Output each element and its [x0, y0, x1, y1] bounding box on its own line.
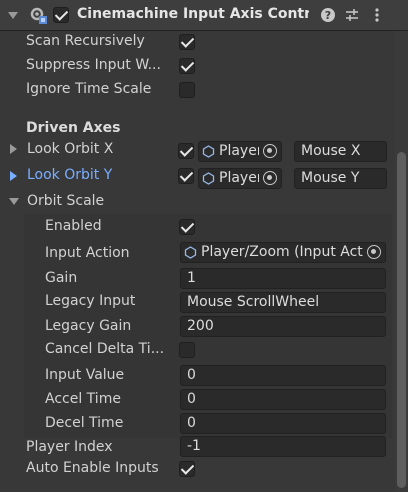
driven-axes-header: Driven Axes [26, 120, 121, 136]
accel-time-label: Accel Time [45, 391, 121, 407]
scrollbar-thumb[interactable] [397, 152, 406, 488]
legacy-input-field[interactable]: Mouse ScrollWheel [180, 292, 386, 313]
kebab-menu-icon[interactable] [369, 7, 385, 23]
enabled-checkbox[interactable] [179, 219, 195, 235]
look-orbit-x-checkbox[interactable] [178, 143, 194, 159]
player-index-label: Player Index [26, 439, 113, 455]
input-action-asset-icon [184, 246, 197, 259]
scan-recursively-checkbox[interactable] [179, 34, 195, 50]
object-picker-icon[interactable] [263, 171, 277, 185]
look-orbit-y-label[interactable]: Look Orbit Y [27, 167, 112, 183]
foldout-arrow-icon[interactable] [8, 12, 18, 19]
look-orbit-x-action-field[interactable]: Player [198, 141, 282, 162]
object-picker-icon[interactable] [263, 144, 277, 158]
suppress-input-checkbox[interactable] [179, 58, 195, 74]
look-orbit-x-input-field[interactable]: Mouse X [294, 141, 387, 162]
look-orbit-x-foldout-icon[interactable] [10, 144, 17, 154]
help-icon[interactable]: ? [320, 7, 336, 23]
look-orbit-y-foldout-icon[interactable] [10, 171, 17, 181]
input-value-field[interactable]: 0 [180, 365, 386, 386]
gain-label: Gain [45, 270, 78, 286]
auto-enable-inputs-checkbox[interactable] [179, 461, 195, 477]
scan-recursively-label: Scan Recursively [26, 33, 145, 49]
player-index-field[interactable]: -1 [180, 436, 386, 457]
input-action-value: Player/Zoom (Input Act [201, 244, 363, 260]
input-action-label: Input Action [45, 245, 130, 261]
look-orbit-y-input-field[interactable]: Mouse Y [294, 168, 387, 189]
enabled-label: Enabled [45, 218, 102, 234]
input-action-asset-icon [202, 172, 215, 185]
input-value-label: Input Value [45, 367, 125, 383]
look-orbit-x-action-value: Player [219, 143, 259, 159]
decel-time-field[interactable]: 0 [180, 413, 386, 434]
input-action-field[interactable]: Player/Zoom (Input Act [180, 242, 386, 263]
orbit-scale-label[interactable]: Orbit Scale [27, 193, 104, 209]
auto-enable-inputs-label: Auto Enable Inputs [26, 460, 159, 476]
legacy-gain-field[interactable]: 200 [180, 316, 386, 337]
ignore-time-scale-checkbox[interactable] [179, 82, 195, 98]
svg-text:?: ? [325, 9, 331, 22]
accel-time-field[interactable]: 0 [180, 389, 386, 410]
preset-icon[interactable] [344, 7, 360, 23]
look-orbit-x-label[interactable]: Look Orbit X [27, 141, 113, 157]
cancel-delta-time-checkbox[interactable] [179, 342, 195, 358]
orbit-scale-foldout-icon[interactable] [9, 198, 19, 205]
suppress-input-label: Suppress Input W... [26, 57, 161, 73]
component-gear-icon [30, 7, 47, 24]
decel-time-label: Decel Time [45, 415, 124, 431]
look-orbit-y-action-value: Player [219, 170, 259, 186]
input-action-asset-icon [202, 145, 215, 158]
look-orbit-y-action-field[interactable]: Player [198, 168, 282, 189]
component-enabled-checkbox[interactable] [53, 7, 69, 23]
legacy-gain-label: Legacy Gain [45, 318, 132, 334]
cancel-delta-time-label: Cancel Delta Ti... [45, 341, 165, 357]
component-title: Cinemachine Input Axis Controll [77, 6, 309, 22]
ignore-time-scale-label: Ignore Time Scale [26, 81, 152, 97]
gain-field[interactable]: 1 [180, 268, 386, 289]
look-orbit-y-checkbox[interactable] [178, 168, 194, 184]
object-picker-icon[interactable] [367, 245, 381, 259]
legacy-input-label: Legacy Input [45, 293, 136, 309]
